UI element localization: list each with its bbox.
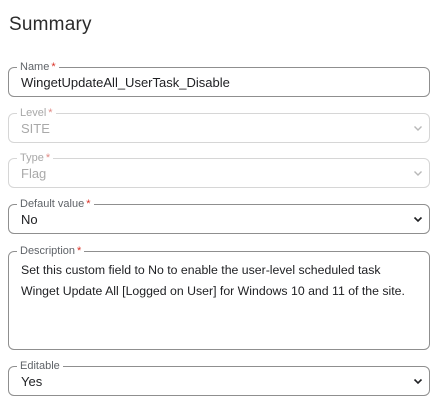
level-label: Level * xyxy=(17,106,56,120)
chevron-down-icon[interactable] xyxy=(413,214,423,224)
type-label: Type * xyxy=(17,151,54,165)
chevron-down-icon xyxy=(413,168,423,178)
required-marker: * xyxy=(45,152,51,164)
required-marker: * xyxy=(51,61,56,73)
description-textarea[interactable]: Set this custom field to No to enable th… xyxy=(21,260,419,301)
default-value-value: No xyxy=(21,212,38,227)
type-value: Flag xyxy=(21,166,47,181)
required-marker: * xyxy=(86,198,91,210)
chevron-down-icon xyxy=(413,123,423,133)
required-marker: * xyxy=(48,107,53,119)
name-label: Name * xyxy=(17,60,59,74)
name-input[interactable]: WingetUpdateAll_UserTask_Disable xyxy=(21,75,230,90)
description-field[interactable]: Description * Set this custom field to No… xyxy=(8,244,430,350)
summary-title: Summary xyxy=(9,14,92,35)
editable-label: Editable xyxy=(17,359,63,373)
required-marker: * xyxy=(77,245,82,257)
editable-value: Yes xyxy=(21,374,43,389)
default-value-select[interactable]: Default value * No xyxy=(8,197,430,234)
level-value: SITE xyxy=(21,121,50,136)
level-select: Level * SITE xyxy=(8,106,430,143)
default-value-label: Default value * xyxy=(17,197,94,211)
type-select: Type * Flag xyxy=(8,151,430,188)
description-label: Description * xyxy=(17,244,85,258)
name-field[interactable]: Name * WingetUpdateAll_UserTask_Disable xyxy=(8,60,430,97)
chevron-down-icon[interactable] xyxy=(413,376,423,386)
editable-select[interactable]: Editable Yes xyxy=(8,359,430,396)
